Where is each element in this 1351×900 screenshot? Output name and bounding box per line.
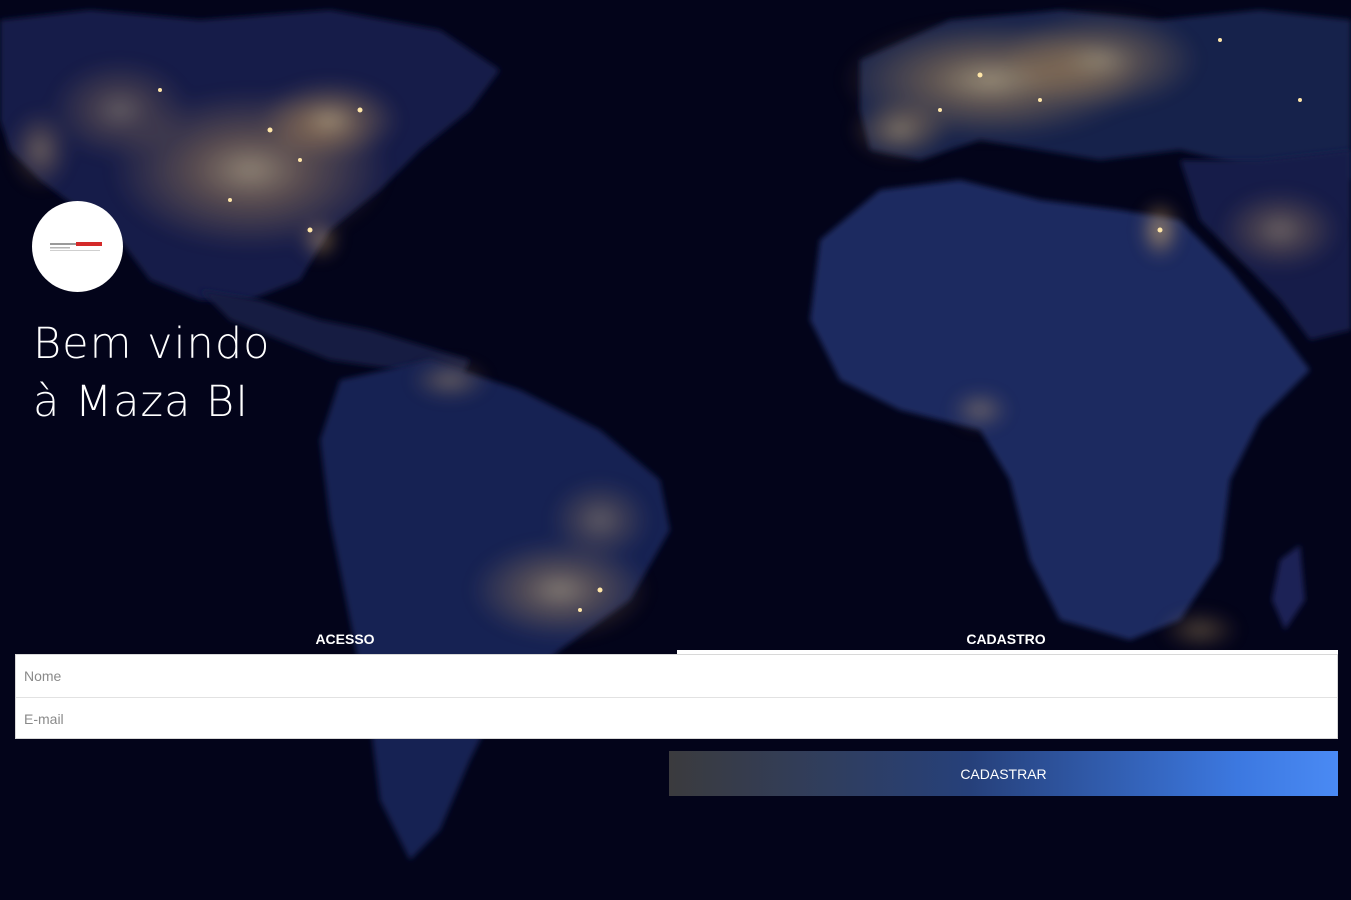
login-screen: Bem vindo à Maza BI ACESSO CADASTRO CADA… bbox=[0, 0, 1351, 900]
company-logo bbox=[32, 201, 123, 292]
signup-form bbox=[15, 654, 1338, 740]
company-logo-icon bbox=[49, 241, 102, 251]
cadastrar-button[interactable]: CADASTRAR bbox=[669, 751, 1338, 796]
welcome-line-2: à Maza BI bbox=[33, 377, 249, 427]
name-input[interactable] bbox=[16, 655, 1337, 697]
welcome-line-1: Bem vindo bbox=[33, 319, 271, 369]
tab-acesso[interactable]: ACESSO bbox=[315, 631, 374, 647]
tab-cadastro[interactable]: CADASTRO bbox=[966, 631, 1045, 647]
welcome-heading: Bem vindo à Maza BI bbox=[33, 315, 270, 431]
email-input[interactable] bbox=[16, 698, 1337, 740]
